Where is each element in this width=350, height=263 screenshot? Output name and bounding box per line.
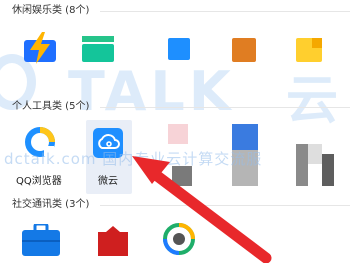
app-tile-gray-2[interactable] — [296, 124, 334, 186]
app-category-panel: TALK 云 休闲娱乐类 (8个) 个人工具类 (5个) QQ浏览器 微云 dc… — [0, 0, 350, 263]
watermark-brand-suffix: 云 — [286, 71, 339, 131]
orange-app-icon — [232, 38, 256, 62]
pink-app-icon — [168, 124, 188, 144]
app-tile-gray-1[interactable] — [172, 166, 192, 186]
app-tile-orange[interactable] — [232, 38, 256, 62]
app-label-qq-browser: QQ浏览器 — [16, 176, 62, 187]
watermark-url-line: dctalk.com 国内专业云计算交流服 — [4, 150, 263, 168]
yellow-app-icon — [296, 38, 322, 62]
briefcase-app-icon — [22, 224, 60, 256]
section-divider — [100, 107, 350, 108]
section-title-leisure: 休闲娱乐类 (8个) — [12, 5, 90, 16]
lightning-app-icon — [24, 32, 56, 64]
app-tile-chat[interactable] — [162, 222, 196, 256]
section-divider — [100, 205, 350, 206]
app-label-weiyun: 微云 — [98, 176, 118, 187]
app-tile-briefcase[interactable] — [22, 224, 60, 256]
gray-app-icon — [172, 166, 192, 186]
section-title-personal: 个人工具类 (5个) — [12, 101, 90, 112]
red-app-icon — [98, 226, 128, 256]
app-tile-pink[interactable] — [168, 124, 188, 144]
section-divider — [100, 11, 350, 12]
app-tile-green[interactable] — [82, 32, 114, 64]
app-tile-red[interactable] — [98, 226, 128, 256]
chat-circle-app-icon — [163, 223, 195, 255]
gray-pattern-app-icon — [296, 124, 334, 186]
blue-app-icon — [168, 38, 190, 60]
app-tile-lightning[interactable] — [24, 32, 56, 64]
watermark-brand: TALK — [68, 60, 235, 123]
green-app-icon — [82, 36, 114, 62]
app-tile-blue[interactable] — [168, 38, 190, 60]
section-title-social: 社交通讯类 (3个) — [12, 199, 90, 210]
app-tile-yellow[interactable] — [296, 38, 322, 62]
